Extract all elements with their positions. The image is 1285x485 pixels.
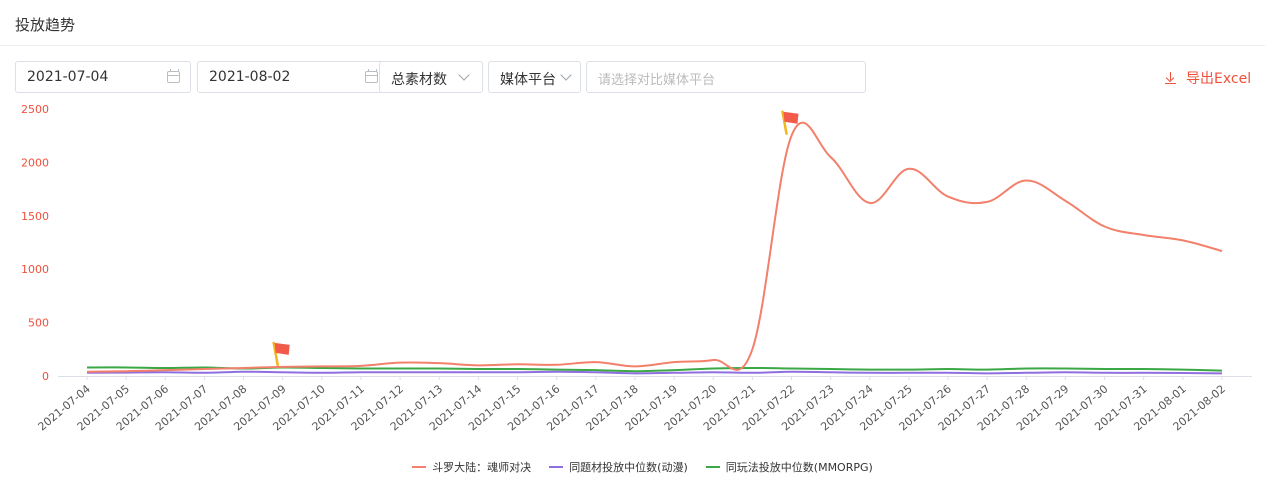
legend-swatch [549, 466, 564, 468]
chevron-down-icon [458, 69, 470, 81]
export-excel-label: 导出Excel [1186, 71, 1252, 87]
legend-item-3[interactable]: 同玩法投放中位数(MMORPG) [705, 459, 873, 475]
export-excel-button[interactable]: 导出Excel [1165, 68, 1251, 88]
metric-select-value: 总素材数 [391, 72, 447, 88]
flag-marker [781, 110, 799, 135]
legend-item-1[interactable]: 斗罗大陆：魂师对决 [412, 459, 531, 475]
y-tick-label: 0 [42, 370, 49, 383]
calendar-icon [365, 69, 378, 83]
end-date-value: 2021-08-02 [209, 69, 291, 85]
y-tick-label: 2500 [21, 103, 49, 116]
flag-icon [274, 342, 290, 355]
legend-item-2[interactable]: 同题材投放中位数(动漫) [549, 459, 688, 475]
legend-label: 同题材投放中位数(动漫) [569, 461, 688, 474]
section-header: 投放趋势 [0, 0, 1265, 46]
start-date-picker[interactable]: 2021-07-04 [15, 61, 191, 93]
series-line-2 [86, 370, 1223, 375]
calendar-icon [167, 69, 180, 83]
platform-select[interactable]: 媒体平台 [488, 61, 581, 93]
y-tick-label: 1500 [21, 210, 49, 223]
chevron-down-icon [560, 69, 572, 81]
legend-swatch [705, 466, 720, 468]
chart-legend: 斗罗大陆：魂师对决 同题材投放中位数(动漫) 同玩法投放中位数(MMORPG) [0, 459, 1285, 475]
compare-platform-placeholder: 请选择对比媒体平台 [598, 73, 716, 88]
trend-line-chart: 050010001500200025002021-07-042021-07-05… [21, 103, 1252, 433]
compare-platform-select[interactable]: 请选择对比媒体平台 [586, 61, 866, 93]
flag-marker [272, 341, 290, 367]
y-tick-label: 2000 [21, 156, 49, 169]
flag-icon [783, 111, 799, 124]
download-icon [1165, 71, 1177, 85]
end-date-picker[interactable]: 2021-08-02 [197, 61, 389, 93]
series-line-1 [86, 121, 1223, 373]
metric-select[interactable]: 总素材数 [379, 61, 483, 93]
legend-label: 同玩法投放中位数(MMORPG) [725, 461, 873, 474]
legend-label: 斗罗大陆：魂师对决 [432, 461, 532, 474]
y-tick-label: 500 [28, 317, 49, 330]
start-date-value: 2021-07-04 [27, 69, 109, 85]
platform-select-value: 媒体平台 [500, 72, 556, 88]
page-title: 投放趋势 [15, 16, 76, 34]
y-tick-label: 1000 [21, 263, 49, 276]
legend-swatch [412, 466, 427, 468]
